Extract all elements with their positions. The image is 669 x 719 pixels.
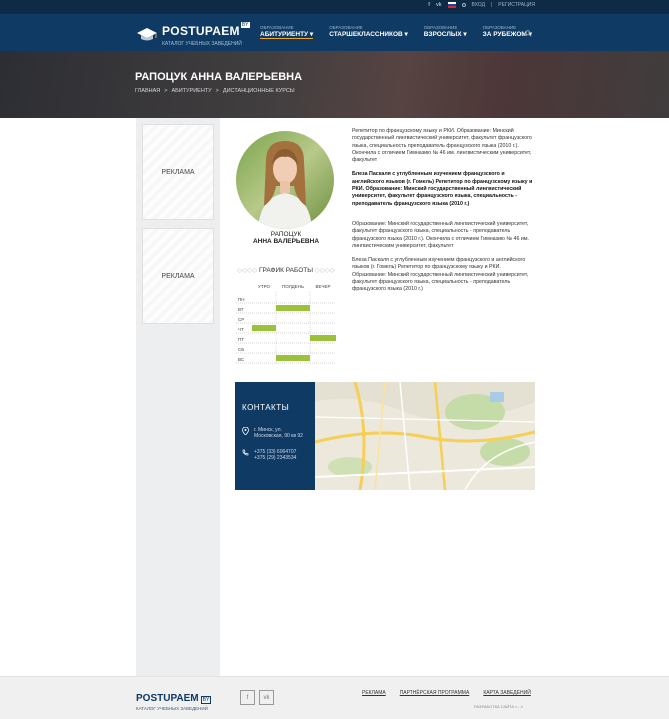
breadcrumb-home[interactable]: ГЛАВНАЯ bbox=[135, 88, 160, 94]
breadcrumb-abiturientu[interactable]: АБИТУРИЕНТУ bbox=[171, 88, 211, 94]
login-link[interactable]: ВХОД bbox=[472, 2, 485, 8]
main-navbar: POSTUPAEM BY КАТАЛОГ УЧЕБНЫХ ЗАВЕДЕНИЙ ОБ… bbox=[0, 14, 669, 51]
ad-banner[interactable]: РЕКЛАМА bbox=[142, 228, 214, 324]
breadcrumb: ГЛАВНАЯ > АБИТУРИЕНТУ > ДИСТАНЦИОННЫЕ КУ… bbox=[135, 88, 295, 94]
decor-lines: ◇◇◇◇ bbox=[312, 267, 335, 274]
breadcrumb-separator: > bbox=[164, 88, 168, 94]
footer-facebook-icon[interactable]: f bbox=[240, 690, 255, 705]
schedule-column-label: ВЕЧЕР bbox=[315, 284, 330, 289]
footer-logo-by: BY bbox=[200, 696, 212, 704]
schedule-day-label: ВС bbox=[238, 357, 245, 362]
ru-flag-icon[interactable] bbox=[447, 2, 456, 8]
schedule-day-label: ЧТ bbox=[238, 327, 244, 332]
tutor-photo bbox=[236, 131, 334, 229]
contacts-panel: КОНТАКТЫ г. Минск, ул. Московская, 90 кв… bbox=[235, 382, 315, 490]
bio-paragraph-bold: Блеза Паскаля с углубленным изучением фр… bbox=[352, 171, 533, 207]
schedule-day-label: СР bbox=[238, 317, 244, 322]
logo-subtitle: КАТАЛОГ УЧЕБНЫХ ЗАВЕДЕНИЙ bbox=[162, 41, 242, 47]
logo-name: POSTUPAEM bbox=[162, 24, 240, 38]
site-logo[interactable]: POSTUPAEM BY КАТАЛОГ УЧЕБНЫХ ЗАВЕДЕНИЙ bbox=[136, 22, 250, 47]
address-line: Московская, 90 кв 92 bbox=[254, 433, 303, 439]
contacts-block: КОНТАКТЫ г. Минск, ул. Московская, 90 кв… bbox=[235, 382, 535, 490]
top-links: f vk ВХОД | РЕГИСТРАЦИЯ bbox=[428, 2, 535, 8]
bio-paragraph: Блеза Паскаля с углубленным изучением фр… bbox=[352, 257, 529, 293]
contacts-title: КОНТАКТЫ bbox=[242, 403, 290, 412]
phone-number[interactable]: +375 (29) 2343534 bbox=[254, 455, 296, 461]
footer-logo-subtitle: КАТАЛОГ УЧЕБНЫХ ЗАВЕДЕНИЙ bbox=[136, 706, 208, 711]
tutor-firstname: АННА ВАЛЕРЬЕВНА bbox=[252, 238, 320, 245]
nav-item-label: АБИТУРИЕНТУ ▾ bbox=[260, 31, 314, 39]
location-map[interactable] bbox=[315, 382, 535, 490]
location-pin-icon bbox=[242, 427, 249, 435]
schedule-day-label: СБ bbox=[238, 347, 244, 352]
nav-item-starsheklassnikov[interactable]: ОБРАЗОВАНИЕ СТАРШЕКЛАССНИКОВ ▾ bbox=[329, 25, 408, 39]
tutor-bio: Репетитор по французскому языку и РКИ. О… bbox=[352, 128, 536, 301]
schedule-column-label: ПОЛДЕНЬ bbox=[282, 284, 304, 289]
ad-label: РЕКЛАМА bbox=[161, 168, 195, 176]
footer-vk-icon[interactable]: vk bbox=[259, 690, 274, 705]
schedule-column-label: УТРО bbox=[258, 284, 271, 289]
search-icon[interactable] bbox=[525, 30, 532, 37]
ad-banner[interactable]: РЕКЛАМА bbox=[142, 124, 214, 220]
contact-address: г. Минск, ул. Московская, 90 кв 92 bbox=[242, 427, 303, 439]
breadcrumb-current: ДИСТАНЦИОННЫЕ КУРСЫ bbox=[222, 88, 295, 94]
vk-icon[interactable]: vk bbox=[436, 2, 442, 8]
schedule-slot-active bbox=[252, 325, 276, 331]
top-bar: f vk ВХОД | РЕГИСТРАЦИЯ bbox=[0, 0, 669, 14]
phone-icon bbox=[242, 449, 249, 456]
site-footer: POSTUPAEM BY КАТАЛОГ УЧЕБНЫХ ЗАВЕДЕНИЙ f … bbox=[0, 676, 669, 719]
schedule-slot-active bbox=[310, 335, 336, 341]
register-link[interactable]: РЕГИСТРАЦИЯ bbox=[498, 2, 535, 8]
main-menu: ОБРАЗОВАНИЕ АБИТУРИЕНТУ ▾ ОБРАЗОВАНИЕ СТ… bbox=[260, 25, 532, 39]
graduation-cap-icon bbox=[137, 27, 157, 40]
footer-logo-name: POSTUPAEM bbox=[136, 693, 199, 704]
footer-link-map[interactable]: КАРТА ЗАВЕДЕНИЙ bbox=[483, 690, 531, 696]
footer-logo[interactable]: POSTUPAEM BY КАТАЛОГ УЧЕБНЫХ ЗАВЕДЕНИЙ bbox=[136, 688, 212, 711]
facebook-icon[interactable]: f bbox=[428, 2, 430, 8]
contact-phones: +375 (33) 6064707 +375 (29) 2343534 bbox=[242, 449, 296, 461]
nav-item-label: ВЗРОСЛЫХ ▾ bbox=[423, 31, 467, 38]
nav-item-vzroslyh[interactable]: ОБРАЗОВАНИЕ ВЗРОСЛЫХ ▾ bbox=[424, 25, 467, 39]
ad-label: РЕКЛАМА bbox=[161, 272, 195, 280]
bio-paragraph: Репетитор по французскому языку и РКИ. О… bbox=[352, 128, 532, 164]
breadcrumb-separator: > bbox=[215, 88, 219, 94]
nav-item-abiturientu[interactable]: ОБРАЗОВАНИЕ АБИТУРИЕНТУ ▾ bbox=[260, 25, 314, 39]
schedule-slot-active bbox=[276, 355, 310, 361]
schedule-day-label: ПН bbox=[238, 297, 244, 302]
footer-link-reklama[interactable]: РЕКЛАМА bbox=[362, 690, 386, 696]
decor-lines: ◇◇◇◇ bbox=[237, 267, 260, 274]
tutor-surname: РАПОЦУК bbox=[270, 231, 302, 238]
nav-item-label: СТАРШЕКЛАССНИКОВ ▾ bbox=[329, 31, 408, 38]
schedule-grid: УТРО ПОЛДЕНЬ ВЕЧЕР ПН ВТ СР ЧТ ПТ СБ ВС bbox=[236, 284, 336, 365]
footer-links: РЕКЛАМА ПАРТНЁРСКАЯ ПРОГРАММА КАРТА ЗАВЕ… bbox=[362, 690, 531, 696]
footer-copyright: РАЗРАБОТКА САЙТА «...» bbox=[474, 704, 523, 709]
bio-paragraph: Образование: Минский государственный лин… bbox=[352, 220, 529, 249]
schedule-title: ◇◇◇◇ ГРАФИК РАБОТЫ ◇◇◇◇ bbox=[237, 267, 335, 274]
user-icon bbox=[461, 3, 466, 7]
footer-link-partners[interactable]: ПАРТНЁРСКАЯ ПРОГРАММА bbox=[400, 690, 470, 696]
page-title: РАПОЦУК АННА ВАЛЕРЬЕВНА bbox=[135, 71, 303, 83]
schedule-slot-active bbox=[276, 305, 310, 311]
divider: | bbox=[490, 2, 493, 8]
page-header-banner: РАПОЦУК АННА ВАЛЕРЬЕВНА ГЛАВНАЯ > АБИТУР… bbox=[0, 51, 669, 118]
schedule-day-label: ВТ bbox=[238, 307, 244, 312]
schedule-day-label: ПТ bbox=[238, 337, 244, 342]
tutor-name: РАПОЦУК АННА ВАЛЕРЬЕВНА bbox=[236, 231, 336, 245]
logo-by: BY bbox=[240, 22, 250, 28]
